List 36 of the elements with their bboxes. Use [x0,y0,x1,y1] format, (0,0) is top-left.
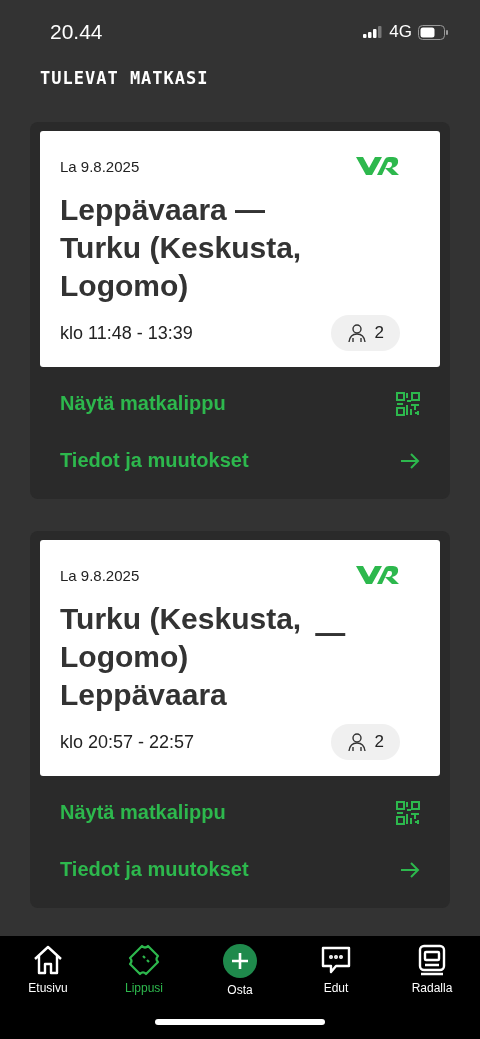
passenger-count: 2 [374,732,384,752]
status-time: 20.44 [50,20,103,44]
nav-tab[interactable]: Edut [296,944,376,997]
arrow-right-icon [400,860,420,879]
trip-action-link[interactable]: Näytä matkalippu [40,784,440,841]
plus-icon [223,944,257,978]
person-icon [346,732,367,752]
nav-tab[interactable]: Lippusi [104,944,184,997]
nav-tab[interactable]: Radalla [392,944,472,997]
trip-time: klo 11:48 - 13:39 [60,322,193,344]
chat-bubble-icon [320,944,352,976]
route-title: Turku (Keskusta, Logomo) Leppävaara [60,601,302,713]
section-heading: TULEVAT MATKASI [39,67,210,88]
nav-tab[interactable]: Etusivu [8,944,88,997]
home-icon [32,944,64,976]
arrow-right-icon [400,451,420,470]
trip-date: La 9.8.2025 [60,566,140,584]
ticket-panel[interactable]: La 9.8.2025 Leppävaara — Turku (Keskusta, Logomo) klo 11:48 - 13:39 2 [40,131,440,367]
qr-code-icon [396,800,420,825]
nav-tab[interactable]: Osta [200,944,280,997]
trip-action-link[interactable]: Näytä matkalippu [40,375,440,432]
trip-action-link[interactable]: Tiedot ja muutokset [40,841,440,898]
battery-icon [418,24,448,40]
person-icon [346,323,367,343]
network-label: 4G [389,22,412,42]
route-title: Leppävaara — Turku (Keskusta, Logomo) [60,192,302,304]
train-icon [416,944,448,976]
route-dash: — [315,616,346,650]
passenger-count: 2 [374,323,384,343]
trip-time: klo 20:57 - 22:57 [60,731,195,753]
trip-action-link[interactable]: Tiedot ja muutokset [40,432,440,489]
qr-code-icon [396,391,420,416]
trip-date: La 9.8.2025 [60,157,140,175]
signal-icon [363,26,384,38]
logo-icon [356,155,400,177]
logo-icon [356,564,400,586]
